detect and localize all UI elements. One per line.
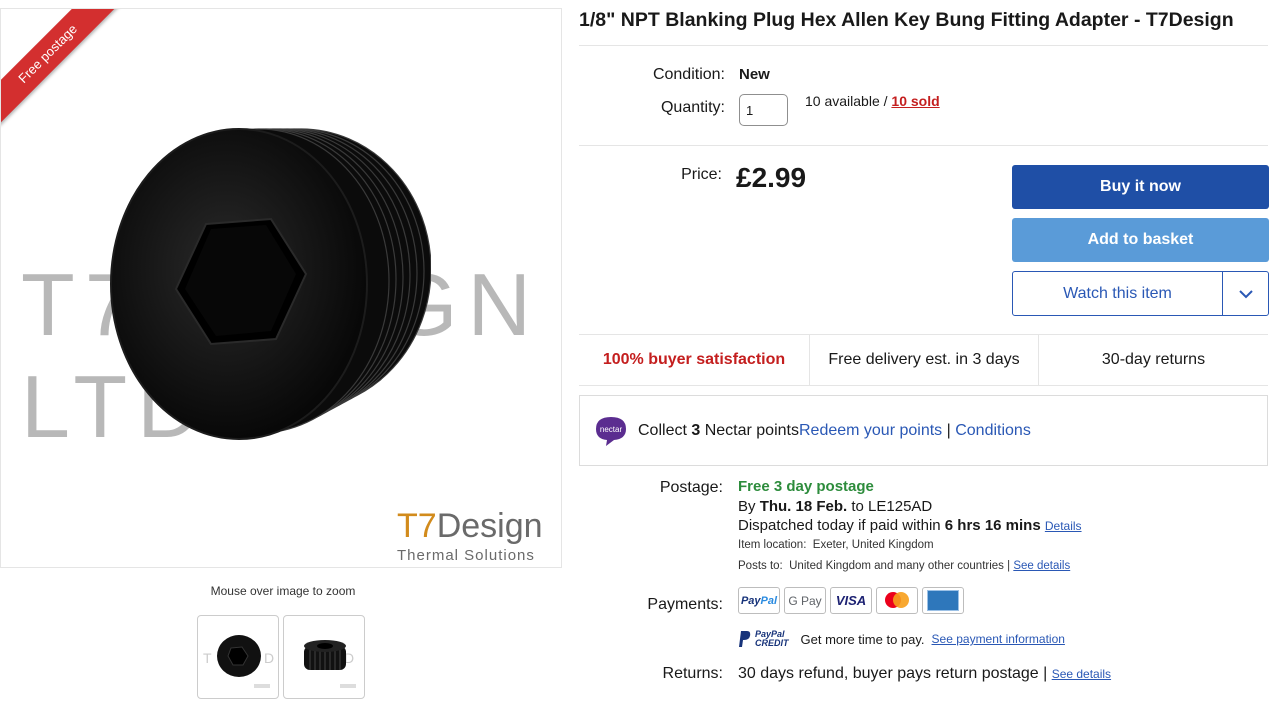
- conditions-link[interactable]: Conditions: [955, 422, 1031, 440]
- redeem-points-link[interactable]: Redeem your points: [799, 422, 942, 440]
- add-to-basket-button[interactable]: Add to basket: [1012, 218, 1269, 262]
- thumbnail-front[interactable]: T D: [197, 615, 279, 699]
- thumbnail-side[interactable]: D: [283, 615, 365, 699]
- listing-title: 1/8" NPT Blanking Plug Hex Allen Key Bun…: [579, 9, 1234, 31]
- listing-page: Free postage T7DESIGN LTD: [0, 0, 1280, 711]
- paypal-credit-text: Get more time to pay.: [800, 631, 925, 647]
- divider: [579, 145, 1268, 146]
- watch-item-button[interactable]: Watch this item: [1013, 272, 1222, 315]
- blanking-plug-photo: [110, 128, 431, 440]
- posts-to: Posts to: United Kingdom and many other …: [738, 560, 1071, 572]
- divider: [579, 45, 1268, 46]
- nectar-collect-text: Collect 3 Nectar points: [638, 421, 799, 439]
- payment-methods: PayPal G Pay VISA: [738, 587, 964, 614]
- nectar-panel: nectar Collect 3 Nectar points Redeem you…: [579, 395, 1268, 466]
- price-label: Price:: [681, 166, 722, 183]
- available-count: 10 available /: [805, 93, 892, 109]
- quantity-label: Quantity:: [660, 99, 725, 116]
- delivery-estimate: By Thu. 18 Feb. to LE125AD: [738, 498, 933, 515]
- paypal-credit-icon: PayPal CREDIT: [738, 630, 789, 648]
- main-product-image[interactable]: Free postage T7DESIGN LTD: [0, 8, 562, 568]
- returns-see-details-link[interactable]: See details: [1052, 667, 1111, 681]
- buy-it-now-button[interactable]: Buy it now: [1012, 165, 1269, 209]
- dispatch-details-link[interactable]: Details: [1045, 519, 1082, 533]
- brand-logo-tagline: Thermal Solutions: [397, 547, 535, 564]
- payment-info-link[interactable]: See payment information: [932, 632, 1065, 646]
- sold-count-link[interactable]: 10 sold: [891, 93, 939, 109]
- posts-to-see-details-link[interactable]: See details: [1013, 560, 1070, 572]
- buyer-satisfaction-badge: 100% buyer satisfaction: [602, 351, 786, 368]
- chevron-down-icon: [1238, 289, 1253, 298]
- condition-value: New: [739, 66, 770, 83]
- postage-label: Postage:: [659, 479, 723, 496]
- item-location: Item location: Exeter, United Kingdom: [738, 539, 934, 551]
- condition-label: Condition:: [652, 66, 725, 83]
- free-postage-text: Free 3 day postage: [738, 478, 874, 495]
- nectar-logo-text: nectar: [600, 425, 623, 434]
- svg-text:D: D: [264, 650, 274, 666]
- nectar-separator: |: [942, 421, 956, 439]
- price-value: £2.99: [736, 162, 807, 193]
- mastercard-icon: [876, 587, 918, 614]
- watch-dropdown-button[interactable]: [1222, 272, 1268, 315]
- paypal-icon: PayPal: [738, 587, 780, 614]
- returns-label: Returns:: [662, 665, 723, 682]
- visa-icon: VISA: [830, 587, 872, 614]
- watch-button-group: Watch this item: [1012, 271, 1269, 316]
- thumbnail-strip: T D D: [197, 615, 365, 699]
- trust-badges: 100% buyer satisfaction Free delivery es…: [579, 334, 1268, 386]
- free-delivery-badge: Free delivery est. in 3 days: [809, 335, 1038, 385]
- brand-logo-name: T7Design: [397, 507, 543, 545]
- amex-icon: [922, 587, 964, 614]
- quantity-input[interactable]: [739, 94, 788, 126]
- t7design-logo: T7Design Thermal Solutions: [397, 509, 543, 564]
- availability: 10 available / 10 sold: [805, 93, 940, 109]
- returns-policy: 30 days refund, buyer pays return postag…: [738, 665, 1112, 682]
- google-pay-icon: G Pay: [784, 587, 826, 614]
- dispatch-info: Dispatched today if paid within 6 hrs 16…: [738, 517, 1082, 534]
- svg-text:T: T: [203, 650, 212, 666]
- nectar-logo-icon: nectar: [596, 416, 626, 446]
- zoom-hint: Mouse over image to zoom: [210, 584, 356, 598]
- returns-badge: 30-day returns: [1038, 335, 1268, 385]
- paypal-credit-row: PayPal CREDIT Get more time to pay. See p…: [738, 630, 1065, 648]
- payments-label: Payments:: [647, 596, 723, 613]
